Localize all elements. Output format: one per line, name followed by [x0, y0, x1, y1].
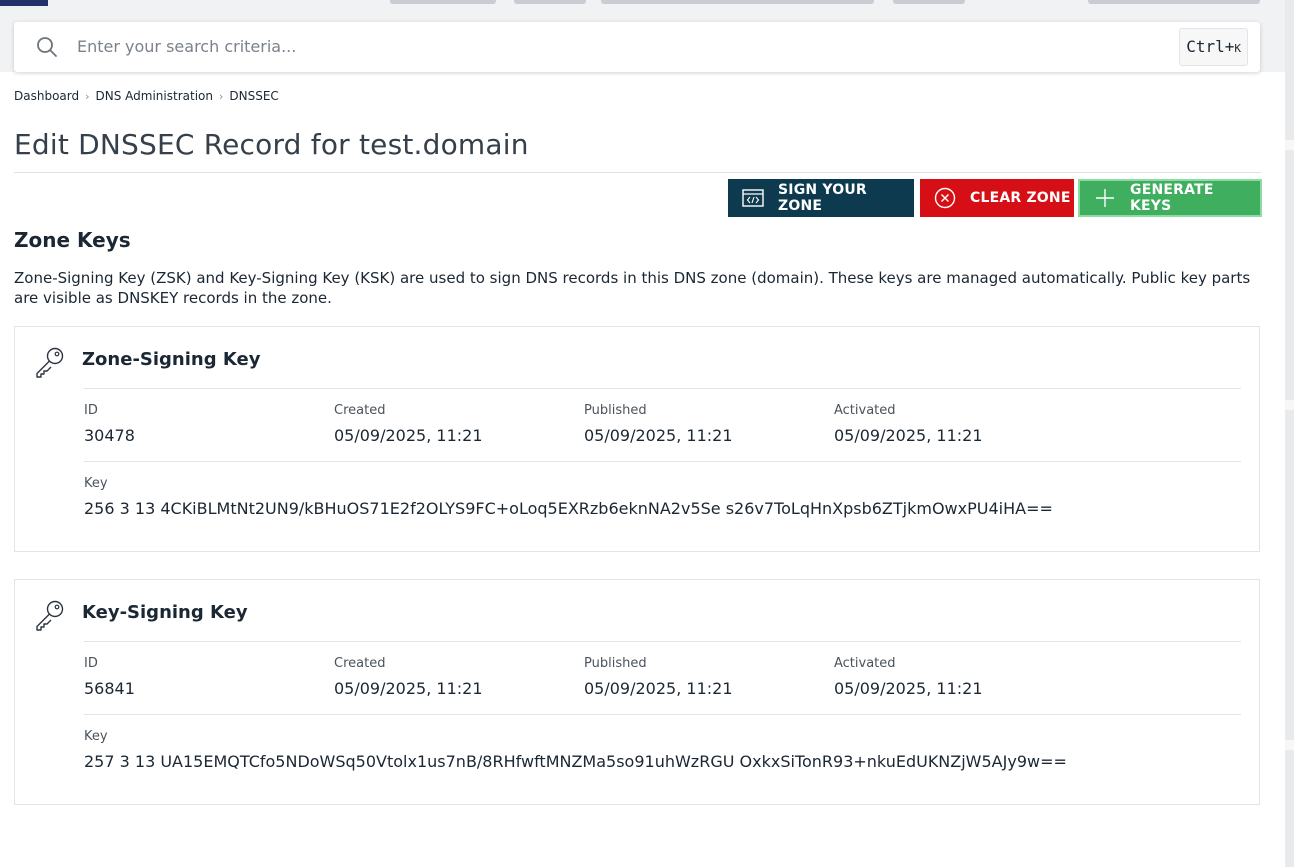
brand-logo-mark — [0, 0, 48, 6]
search-icon — [36, 36, 58, 62]
breadcrumb-dns-administration[interactable]: DNS Administration — [96, 89, 213, 103]
clear-zone-label: CLEAR ZONE — [970, 190, 1071, 206]
field-value: 05/09/2025, 11:21 — [834, 426, 983, 445]
scroll-marker — [1285, 140, 1294, 150]
generate-keys-button[interactable]: GENERATE KEYS — [1078, 179, 1262, 217]
field-id: ID 56841 — [84, 656, 135, 698]
field-created: Created 05/09/2025, 11:21 — [334, 656, 483, 698]
field-value: 257 3 13 UA15EMQTCfo5NDoWSq50Vtolx1us7nB… — [84, 752, 1067, 771]
key-title: Key-Signing Key — [82, 602, 248, 623]
section-description: Zone-Signing Key (ZSK) and Key-Signing K… — [14, 269, 1251, 307]
key-icon — [33, 598, 67, 636]
plus-icon — [1094, 187, 1116, 209]
field-value: 05/09/2025, 11:21 — [834, 679, 983, 698]
field-label: Created — [334, 656, 386, 671]
breadcrumb-dashboard[interactable]: Dashboard — [14, 89, 79, 103]
field-label: Activated — [834, 403, 896, 418]
field-label: Published — [584, 656, 647, 671]
breadcrumb: Dashboard › DNS Administration › DNSSEC — [14, 89, 279, 103]
field-value: 30478 — [84, 426, 135, 445]
circle-x-icon — [934, 187, 956, 209]
field-label: ID — [84, 656, 98, 671]
field-key: Key 256 3 13 4CKiBLMtNt2UN9/kBHuOS71E2f2… — [84, 476, 1053, 518]
field-label: Key — [84, 476, 108, 491]
field-label: Activated — [834, 656, 896, 671]
nav-tab-stub[interactable] — [390, 0, 496, 4]
field-published: Published 05/09/2025, 11:21 — [584, 656, 733, 698]
field-created: Created 05/09/2025, 11:21 — [334, 403, 483, 445]
key-title: Zone-Signing Key — [82, 349, 261, 370]
clear-zone-button[interactable]: CLEAR ZONE — [920, 179, 1074, 217]
nav-tab-stub[interactable] — [893, 0, 965, 4]
page-title: Edit DNSSEC Record for test.domain — [14, 128, 529, 161]
field-activated: Activated 05/09/2025, 11:21 — [834, 656, 983, 698]
field-activated: Activated 05/09/2025, 11:21 — [834, 403, 983, 445]
breadcrumb-dnssec[interactable]: DNSSEC — [229, 89, 278, 103]
divider — [84, 388, 1241, 389]
search-input[interactable]: Enter your search criteria... — [77, 37, 296, 56]
section-title: Zone Keys — [14, 228, 131, 252]
divider — [84, 461, 1241, 462]
field-value: 05/09/2025, 11:21 — [584, 426, 733, 445]
divider — [14, 172, 1261, 173]
code-window-icon — [742, 189, 764, 207]
key-signing-key-card: Key-Signing Key ID 56841 Created 05/09/2… — [14, 579, 1260, 805]
sign-zone-label: SIGN YOUR ZONE — [778, 182, 867, 214]
field-value: 56841 — [84, 679, 135, 698]
field-label: Created — [334, 403, 386, 418]
field-published: Published 05/09/2025, 11:21 — [584, 403, 733, 445]
field-key: Key 257 3 13 UA15EMQTCfo5NDoWSq50Vtolx1u… — [84, 729, 1067, 771]
field-value: 256 3 13 4CKiBLMtNt2UN9/kBHuOS71E2f2OLYS… — [84, 499, 1053, 518]
field-label: Key — [84, 729, 108, 744]
generate-keys-label: GENERATE KEYS — [1130, 182, 1214, 214]
global-search-bar[interactable]: Enter your search criteria... Ctrl+K — [14, 22, 1260, 72]
zone-signing-key-card: Zone-Signing Key ID 30478 Created 05/09/… — [14, 326, 1260, 552]
scroll-marker — [1285, 400, 1294, 410]
field-id: ID 30478 — [84, 403, 135, 445]
field-value: 05/09/2025, 11:21 — [334, 426, 483, 445]
scroll-marker — [1285, 740, 1294, 750]
field-label: Published — [584, 403, 647, 418]
field-value: 05/09/2025, 11:21 — [334, 679, 483, 698]
divider — [84, 641, 1241, 642]
chevron-right-icon: › — [218, 89, 224, 103]
key-icon — [33, 345, 67, 383]
field-label: ID — [84, 403, 98, 418]
nav-tab-stub[interactable] — [601, 0, 874, 4]
chevron-right-icon: › — [85, 89, 90, 103]
search-shortcut-hint: Ctrl+K — [1179, 28, 1248, 66]
field-value: 05/09/2025, 11:21 — [584, 679, 733, 698]
window-scrollbar[interactable] — [1285, 0, 1294, 867]
sign-zone-button[interactable]: SIGN YOUR ZONE — [728, 179, 914, 217]
divider — [84, 714, 1241, 715]
nav-tab-stub[interactable] — [1088, 0, 1260, 4]
nav-tab-stub[interactable] — [514, 0, 586, 4]
